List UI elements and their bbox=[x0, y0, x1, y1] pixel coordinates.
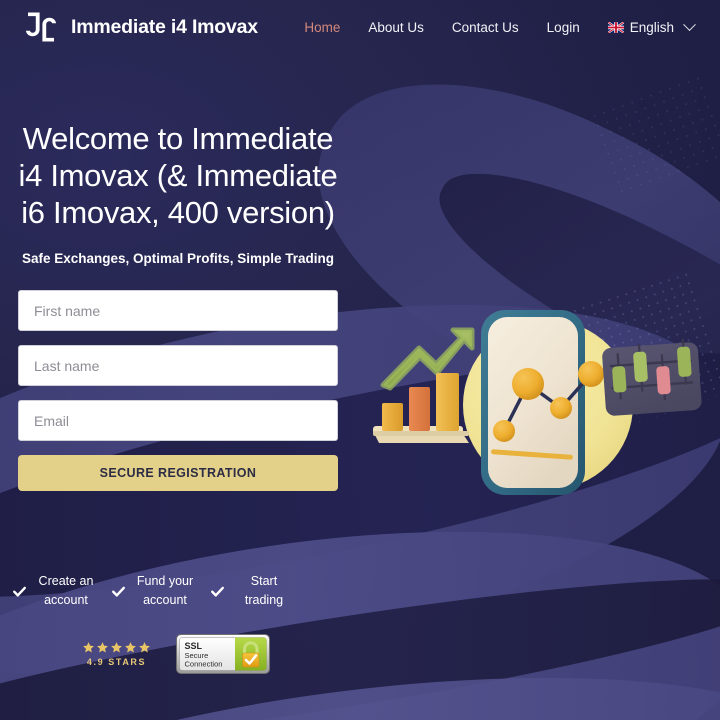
chevron-down-icon bbox=[683, 17, 696, 31]
step-start-trading: Start trading bbox=[210, 572, 295, 610]
nav-link-home[interactable]: Home bbox=[290, 14, 354, 41]
nav-link-contact-us[interactable]: Contact Us bbox=[438, 14, 533, 41]
check-icon bbox=[112, 586, 125, 597]
site-header: Immediate i4 Imovax Home About Us Contac… bbox=[0, 0, 720, 54]
language-label: English bbox=[629, 19, 674, 35]
first-name-input[interactable] bbox=[18, 290, 338, 331]
ssl-line-3: Connection bbox=[185, 660, 223, 669]
step-create-account: Create an account bbox=[12, 572, 97, 610]
main-navigation: Home About Us Contact Us Login English bbox=[290, 14, 698, 41]
landing-page: Immediate i4 Imovax Home About Us Contac… bbox=[0, 0, 720, 720]
registration-form: SECURE REGISTRATION bbox=[18, 290, 338, 491]
trust-badges: 4.9 STARS SSL Secure Connection bbox=[82, 634, 270, 674]
page-title: Welcome to Immediate i4 Imovax (& Immedi… bbox=[18, 121, 338, 230]
check-icon bbox=[13, 586, 26, 597]
ssl-secure-connection-badge: SSL Secure Connection bbox=[176, 634, 270, 674]
steps-list: Create an account Fund your account Star… bbox=[12, 572, 342, 610]
star-icon bbox=[125, 642, 136, 653]
last-name-input[interactable] bbox=[18, 345, 338, 386]
double-j-monogram-icon bbox=[25, 12, 57, 42]
secure-registration-button[interactable]: SECURE REGISTRATION bbox=[18, 455, 338, 491]
email-input[interactable] bbox=[18, 400, 338, 441]
nav-link-about-us[interactable]: About Us bbox=[354, 14, 438, 41]
ssl-line-1: SSL bbox=[185, 641, 203, 651]
star-icon bbox=[139, 642, 150, 653]
star-rating: 4.9 STARS bbox=[82, 641, 151, 667]
brand-logo[interactable]: Immediate i4 Imovax bbox=[24, 10, 258, 44]
language-selector[interactable]: English bbox=[594, 14, 698, 41]
step-fund-account: Fund your account bbox=[111, 572, 196, 610]
nav-link-login[interactable]: Login bbox=[533, 14, 594, 41]
stars-row bbox=[82, 641, 151, 654]
star-icon bbox=[97, 642, 108, 653]
check-icon bbox=[211, 586, 224, 597]
trading-3d-illustration bbox=[365, 285, 720, 550]
step-label: Create an account bbox=[38, 574, 94, 607]
rating-text: 4.9 STARS bbox=[86, 657, 147, 667]
star-icon bbox=[111, 642, 122, 653]
hero-section: Welcome to Immediate i4 Imovax (& Immedi… bbox=[18, 120, 338, 491]
brand-name: Immediate i4 Imovax bbox=[71, 15, 258, 38]
hero-tagline: Safe Exchanges, Optimal Profits, Simple … bbox=[21, 251, 335, 266]
star-icon bbox=[83, 642, 94, 653]
step-label: Start trading bbox=[244, 574, 284, 607]
uk-flag-icon bbox=[607, 21, 624, 33]
step-label: Fund your account bbox=[136, 574, 194, 607]
ssl-line-2: Secure bbox=[185, 651, 209, 660]
